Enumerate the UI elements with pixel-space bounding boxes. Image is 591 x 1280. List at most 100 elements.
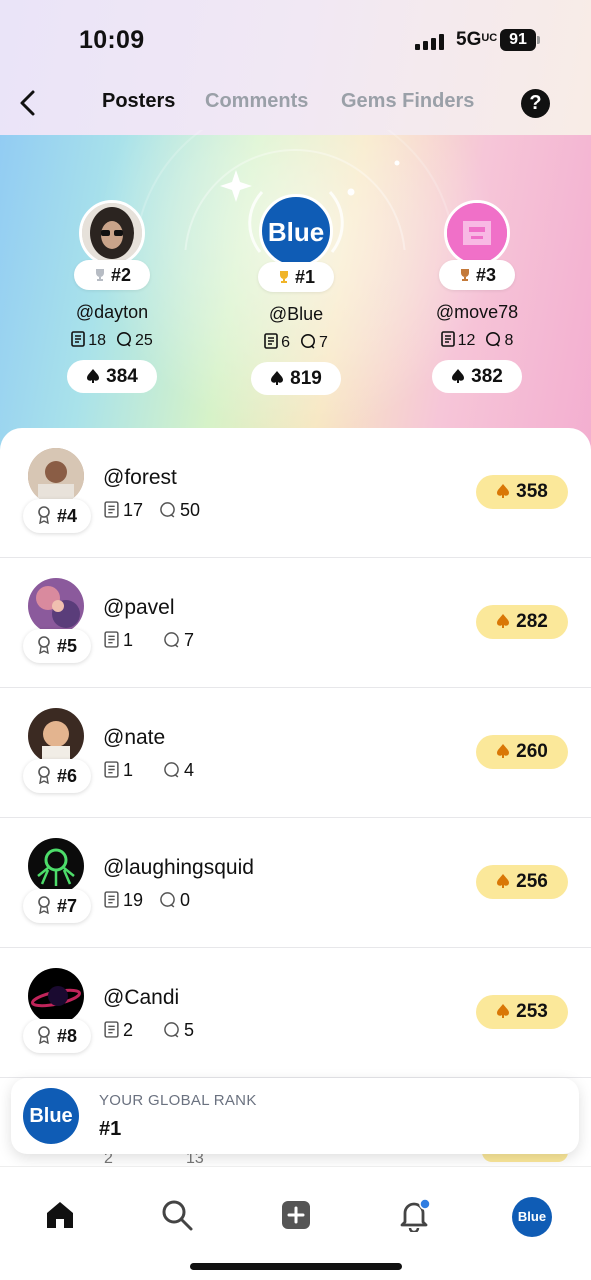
help-button[interactable]: ? bbox=[521, 89, 550, 118]
list-item[interactable]: #7 @laughingsquid 19 0 256 bbox=[0, 818, 591, 948]
network-label: 5GUC bbox=[456, 29, 498, 50]
comments-icon bbox=[164, 632, 179, 648]
avatar bbox=[79, 200, 145, 266]
posts-icon bbox=[264, 333, 278, 349]
rank-badge: #7 bbox=[23, 889, 91, 923]
battery-indicator: 91 bbox=[500, 29, 540, 51]
spade-icon bbox=[271, 371, 284, 385]
podium-second[interactable]: #2 @dayton 18 25 384 bbox=[32, 200, 192, 393]
status-time: 10:09 bbox=[79, 26, 145, 54]
comments-icon bbox=[117, 332, 131, 347]
posts-icon bbox=[440, 331, 455, 347]
user-stats: 2 5 bbox=[104, 1020, 194, 1041]
score-pill: 260 bbox=[476, 735, 568, 769]
user-stats: 1 7 bbox=[104, 630, 194, 651]
user-handle: @pavel bbox=[103, 596, 175, 619]
podium-third[interactable]: #3 @move78 12 8 382 bbox=[397, 200, 557, 393]
rank-badge: #8 bbox=[23, 1019, 91, 1053]
posts-icon bbox=[104, 501, 119, 518]
user-stats: 1 4 bbox=[104, 760, 194, 781]
user-handle: @forest bbox=[103, 466, 177, 489]
comments-icon bbox=[164, 1022, 179, 1038]
silver-trophy-icon bbox=[95, 269, 104, 281]
your-rank-label: YOUR GLOBAL RANK bbox=[99, 1092, 257, 1109]
score-pill: 282 bbox=[476, 605, 568, 639]
profile-avatar[interactable]: Blue bbox=[512, 1197, 552, 1237]
avatar bbox=[28, 448, 84, 504]
avatar bbox=[28, 578, 84, 634]
user-handle: @laughingsquid bbox=[103, 856, 254, 879]
list-item[interactable]: #4 @forest 17 50 358 bbox=[0, 428, 591, 558]
spade-icon bbox=[497, 744, 510, 758]
rank-badge: #6 bbox=[23, 759, 91, 793]
list-item[interactable]: #6 @nate 1 4 260 bbox=[0, 688, 591, 818]
your-global-rank-card[interactable]: Blue YOUR GLOBAL RANK #1 bbox=[11, 1078, 579, 1154]
notifications-icon[interactable] bbox=[397, 1198, 431, 1232]
spade-icon bbox=[452, 369, 465, 383]
signal-icon bbox=[415, 34, 444, 50]
score-pill: 253 bbox=[476, 995, 568, 1029]
gold-trophy-icon bbox=[279, 271, 288, 283]
rank-badge: #3 bbox=[439, 260, 515, 290]
score-pill: 819 bbox=[251, 362, 341, 395]
leaderboard-list: #4 @forest 17 50 358 #5 @pavel 1 7 282 #… bbox=[0, 428, 591, 1188]
spade-icon bbox=[497, 484, 510, 498]
list-item[interactable]: #8 @Candi 2 5 253 bbox=[0, 948, 591, 1078]
home-icon[interactable] bbox=[43, 1198, 77, 1232]
spade-icon bbox=[497, 1004, 510, 1018]
status-bar: 10:09 5GUC 91 bbox=[0, 26, 591, 56]
user-stats: 19 0 bbox=[104, 890, 190, 911]
score-pill: 382 bbox=[432, 360, 522, 393]
posts-icon bbox=[104, 891, 119, 908]
leaderboard-nav: Posters Comments Gems Finders ? bbox=[0, 82, 591, 126]
comments-icon bbox=[160, 502, 175, 518]
posts-icon bbox=[104, 761, 119, 778]
score-pill: 358 bbox=[476, 475, 568, 509]
rank-badge: #1 bbox=[258, 262, 334, 292]
posts-icon bbox=[104, 631, 119, 648]
user-stats: 6 7 bbox=[216, 333, 376, 352]
score-pill: 256 bbox=[476, 865, 568, 899]
comments-icon bbox=[301, 334, 315, 349]
score-pill: 384 bbox=[67, 360, 157, 393]
user-stats: 18 25 bbox=[32, 331, 192, 350]
posts-icon bbox=[104, 1021, 119, 1038]
bronze-trophy-icon bbox=[460, 269, 469, 281]
home-indicator bbox=[190, 1263, 402, 1270]
medal-icon bbox=[38, 636, 50, 654]
user-handle: @dayton bbox=[75, 302, 149, 322]
avatar: Blue bbox=[259, 194, 333, 268]
tab-posters[interactable]: Posters bbox=[102, 90, 175, 113]
posts-icon bbox=[71, 331, 86, 347]
spade-icon bbox=[497, 874, 510, 888]
user-handle: @Candi bbox=[103, 986, 180, 1009]
medal-icon bbox=[38, 766, 50, 784]
user-handle: @Blue bbox=[268, 304, 324, 324]
comments-icon bbox=[486, 332, 501, 347]
avatar: Blue bbox=[23, 1088, 79, 1144]
medal-icon bbox=[38, 506, 50, 524]
list-item[interactable]: #5 @pavel 1 7 282 bbox=[0, 558, 591, 688]
your-rank-value: #1 bbox=[99, 1118, 122, 1140]
rank-badge: #2 bbox=[74, 260, 150, 290]
bottom-tab-bar: Blue bbox=[0, 1166, 591, 1280]
avatar bbox=[28, 708, 84, 764]
avatar bbox=[28, 968, 84, 1024]
user-handle: @nate bbox=[103, 726, 166, 749]
tab-gems-finders[interactable]: Gems Finders bbox=[341, 90, 474, 113]
rank-badge: #4 bbox=[23, 499, 91, 533]
tab-comments[interactable]: Comments bbox=[205, 90, 308, 113]
user-stats: 12 8 bbox=[397, 331, 557, 350]
create-post-icon[interactable] bbox=[279, 1198, 313, 1232]
avatar bbox=[444, 200, 510, 266]
comments-icon bbox=[160, 892, 175, 908]
spade-icon bbox=[87, 369, 100, 383]
search-icon[interactable] bbox=[160, 1198, 194, 1232]
avatar bbox=[28, 838, 84, 894]
spade-icon bbox=[497, 614, 510, 628]
medal-icon bbox=[38, 896, 50, 914]
back-arrow-icon[interactable] bbox=[14, 88, 44, 118]
rank-badge: #5 bbox=[23, 629, 91, 663]
podium-first[interactable]: Blue #1 @Blue 6 7 819 bbox=[216, 191, 376, 395]
user-stats: 17 50 bbox=[104, 500, 200, 521]
